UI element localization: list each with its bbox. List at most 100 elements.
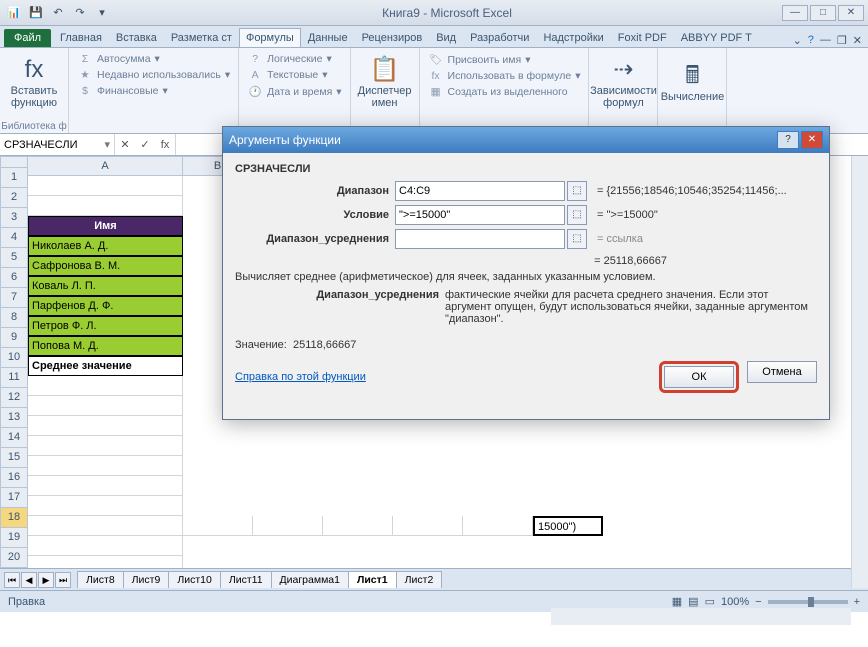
view-layout-icon[interactable]: ▤: [688, 595, 698, 608]
sheet-tab[interactable]: Диаграмма1: [271, 571, 349, 588]
cell[interactable]: Сафронова В. М.: [28, 256, 183, 276]
row-header[interactable]: 18: [0, 508, 28, 528]
maximize-button[interactable]: □: [810, 5, 836, 21]
autosum-button[interactable]: ΣАвтосумма ▾: [75, 52, 232, 66]
range-picker-icon[interactable]: ⬚: [567, 229, 587, 249]
tab-formulas[interactable]: Формулы: [239, 28, 301, 47]
range-picker-icon[interactable]: ⬚: [567, 181, 587, 201]
tab-abbyy[interactable]: ABBYY PDF T: [674, 28, 759, 47]
create-from-sel-button[interactable]: ▦Создать из выделенного: [426, 85, 583, 99]
row-header[interactable]: 17: [0, 488, 28, 508]
row-header[interactable]: 6: [0, 268, 28, 288]
tab-foxit[interactable]: Foxit PDF: [611, 28, 674, 47]
sheet-tab[interactable]: Лист2: [396, 571, 443, 588]
recent-button[interactable]: ★Недавно использовались ▾: [75, 68, 232, 82]
cell[interactable]: Парфенов Д. Ф.: [28, 296, 183, 316]
row-header[interactable]: 4: [0, 228, 28, 248]
cell[interactable]: [28, 476, 183, 496]
dialog-help-icon[interactable]: ?: [777, 131, 799, 149]
row-header[interactable]: 5: [0, 248, 28, 268]
undo-icon[interactable]: ↶: [48, 3, 68, 23]
row-header[interactable]: 13: [0, 408, 28, 428]
cell[interactable]: [28, 456, 183, 476]
zoom-in-icon[interactable]: +: [854, 596, 860, 608]
cell[interactable]: [28, 196, 183, 216]
row-header[interactable]: 11: [0, 368, 28, 388]
doc-close-icon[interactable]: ✕: [853, 34, 862, 47]
cell[interactable]: [28, 416, 183, 436]
horizontal-scrollbar[interactable]: [551, 608, 851, 625]
fx-button[interactable]: fx: [155, 139, 175, 151]
cell[interactable]: [28, 496, 183, 516]
cancel-formula-icon[interactable]: ✕: [115, 138, 135, 151]
enter-formula-icon[interactable]: ✓: [135, 138, 155, 151]
redo-icon[interactable]: ↷: [70, 3, 90, 23]
row-header[interactable]: 20: [0, 548, 28, 568]
excel-icon[interactable]: 📊: [4, 3, 24, 23]
zoom-slider[interactable]: [768, 600, 848, 604]
active-cell[interactable]: 15000"): [533, 516, 603, 536]
doc-restore-icon[interactable]: ❐: [837, 34, 847, 47]
sheet-nav-first-icon[interactable]: ⏮: [4, 572, 20, 588]
name-box[interactable]: ▾: [0, 134, 115, 155]
tab-layout[interactable]: Разметка ст: [164, 28, 239, 47]
row-header[interactable]: 16: [0, 468, 28, 488]
tab-view[interactable]: Вид: [429, 28, 463, 47]
close-button[interactable]: ✕: [838, 5, 864, 21]
vertical-scrollbar[interactable]: [851, 156, 868, 588]
cell[interactable]: [28, 436, 183, 456]
tab-insert[interactable]: Вставка: [109, 28, 164, 47]
sheet-nav-prev-icon[interactable]: ◀: [21, 572, 37, 588]
name-box-dropdown-icon[interactable]: ▾: [104, 138, 110, 151]
view-break-icon[interactable]: ▭: [705, 595, 715, 608]
tab-review[interactable]: Рецензиров: [355, 28, 430, 47]
doc-min-icon[interactable]: —: [820, 34, 831, 47]
cell[interactable]: [28, 556, 183, 568]
col-header[interactable]: A: [28, 156, 183, 176]
zoom-out-icon[interactable]: −: [755, 596, 761, 608]
ok-button[interactable]: ОК: [664, 366, 734, 388]
sheet-nav-next-icon[interactable]: ▶: [38, 572, 54, 588]
row-header[interactable]: 1: [0, 168, 28, 188]
arg-range-input[interactable]: [395, 181, 565, 201]
cell[interactable]: [28, 516, 183, 536]
cell-avg-label[interactable]: Среднее значение: [28, 356, 183, 376]
sheet-tab-active[interactable]: Лист1: [348, 571, 397, 588]
cell[interactable]: [28, 396, 183, 416]
row-header[interactable]: 2: [0, 188, 28, 208]
cell[interactable]: [28, 176, 183, 196]
row-header[interactable]: 7: [0, 288, 28, 308]
row-header[interactable]: 15: [0, 448, 28, 468]
cell[interactable]: Петров Ф. Л.: [28, 316, 183, 336]
cell[interactable]: Коваль Л. П.: [28, 276, 183, 296]
tab-data[interactable]: Данные: [301, 28, 355, 47]
use-in-formula-button[interactable]: fxИспользовать в формуле ▾: [426, 69, 583, 83]
cell[interactable]: [28, 536, 183, 556]
row-header[interactable]: 10: [0, 348, 28, 368]
select-all-corner[interactable]: [0, 156, 28, 168]
define-name-button[interactable]: 🏷Присвоить имя ▾: [426, 52, 583, 67]
view-normal-icon[interactable]: ▦: [672, 595, 682, 608]
tab-developer[interactable]: Разработчи: [463, 28, 536, 47]
arg-criteria-input[interactable]: [395, 205, 565, 225]
calculation-button[interactable]: 🖩 Вычисление: [664, 50, 720, 116]
sheet-tab[interactable]: Лист9: [123, 571, 170, 588]
help-icon[interactable]: ?: [808, 34, 814, 47]
cell-header[interactable]: Имя: [28, 216, 183, 236]
tab-home[interactable]: Главная: [53, 28, 109, 47]
save-icon[interactable]: 💾: [26, 3, 46, 23]
row-header[interactable]: 19: [0, 528, 28, 548]
row-header[interactable]: 8: [0, 308, 28, 328]
arg-avgrange-input[interactable]: [395, 229, 565, 249]
sheet-tab[interactable]: Лист8: [77, 571, 124, 588]
row-header[interactable]: 14: [0, 428, 28, 448]
formula-deps-button[interactable]: ⇢ Зависимости формул: [595, 50, 651, 116]
tab-addins[interactable]: Надстройки: [536, 28, 610, 47]
datetime-button[interactable]: 🕐Дата и время ▾: [245, 84, 343, 99]
cell[interactable]: Николаев А. Д.: [28, 236, 183, 256]
zoom-label[interactable]: 100%: [721, 596, 749, 608]
row-header[interactable]: 3: [0, 208, 28, 228]
cancel-button[interactable]: Отмена: [747, 361, 817, 383]
function-help-link[interactable]: Справка по этой функции: [235, 371, 366, 383]
row-header[interactable]: 9: [0, 328, 28, 348]
